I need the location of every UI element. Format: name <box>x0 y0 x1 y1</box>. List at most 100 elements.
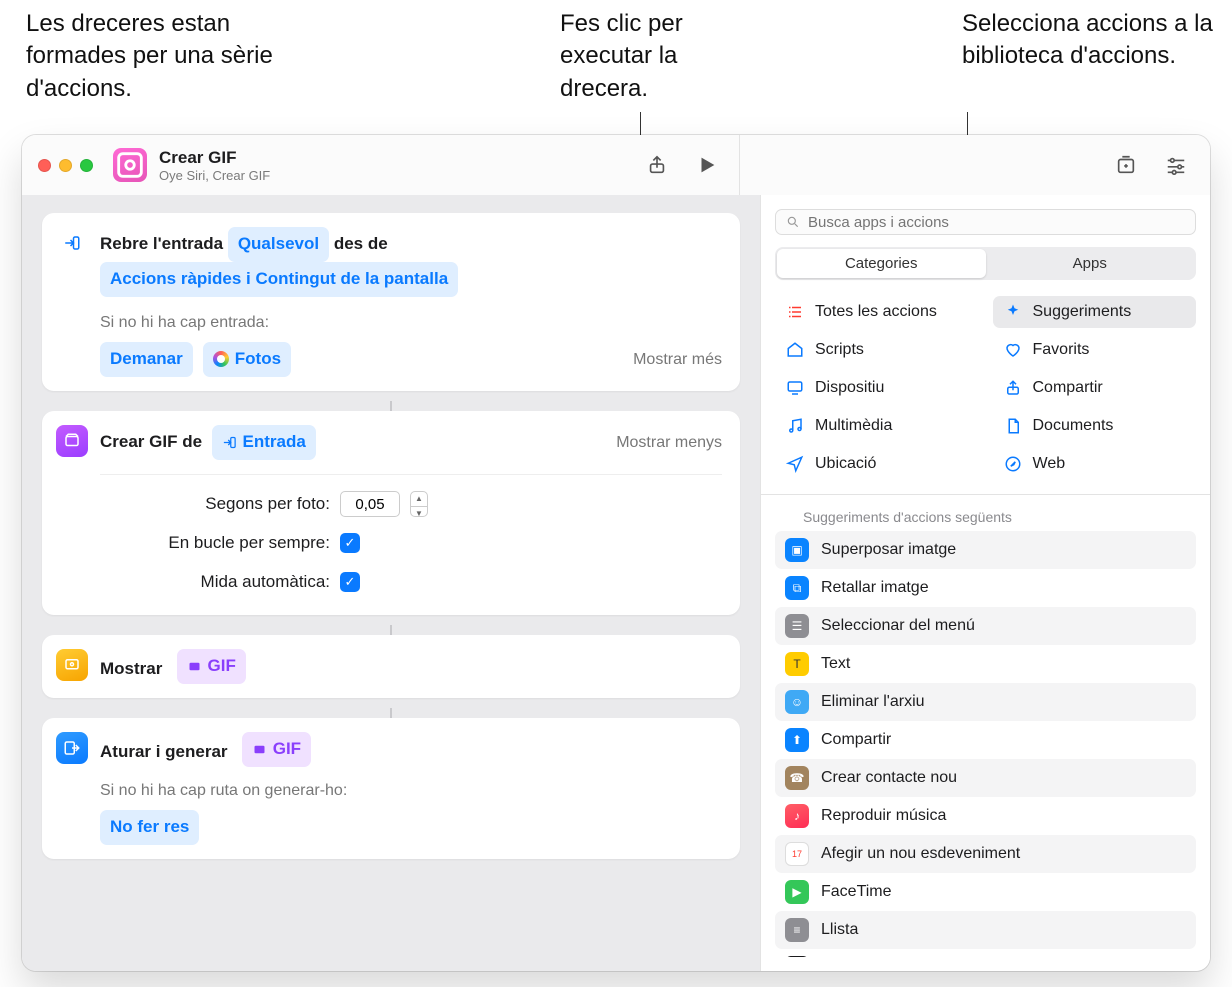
sugg-play-music[interactable]: ♪Reproduir música <box>775 797 1196 835</box>
receive-source-token[interactable]: Accions ràpides i Contingut de la pantal… <box>100 262 458 297</box>
shortcut-icon <box>113 148 147 182</box>
list-icon <box>785 302 805 322</box>
run-button[interactable] <box>689 147 725 183</box>
close-window[interactable] <box>38 159 51 172</box>
action-stop-output[interactable]: Aturar i generar GIF Si no hi ha cap rut… <box>42 718 740 859</box>
gif-icon <box>56 425 88 457</box>
cat-suggestions[interactable]: Suggeriments <box>993 296 1197 328</box>
cat-share[interactable]: Compartir <box>993 372 1197 404</box>
tab-categories[interactable]: Categories <box>777 249 986 278</box>
crop-icon: ⧉ <box>785 576 809 600</box>
sugg-crop-image[interactable]: ⧉Retallar imatge <box>775 569 1196 607</box>
show-less-button[interactable]: Mostrar menys <box>616 429 722 456</box>
share-button[interactable] <box>639 147 675 183</box>
receive-photos-token[interactable]: Fotos <box>203 342 291 377</box>
tab-apps[interactable]: Apps <box>986 249 1195 278</box>
seconds-input[interactable] <box>340 491 400 517</box>
receive-ifnone-label: Si no hi ha cap entrada: <box>100 309 722 336</box>
sugg-text[interactable]: TText <box>775 645 1196 683</box>
callout-library: Selecciona accions a la biblioteca d'acc… <box>962 8 1222 73</box>
calendar-icon: 17 <box>785 842 809 866</box>
cat-media[interactable]: Multimèdia <box>775 410 979 442</box>
contact-icon: ☎ <box>785 766 809 790</box>
sugg-choose-menu[interactable]: ☰Seleccionar del menú <box>775 607 1196 645</box>
seconds-stepper[interactable]: ▲▼ <box>410 491 428 517</box>
stop-gif-token[interactable]: GIF <box>242 732 311 767</box>
action-library-button[interactable] <box>1108 147 1144 183</box>
library-tabs: Categories Apps <box>775 247 1196 280</box>
zoom-window[interactable] <box>80 159 93 172</box>
share-action-icon: ⬆ <box>785 728 809 752</box>
music-app-icon: ♪ <box>785 804 809 828</box>
actions-editor[interactable]: Rebre l'entrada Qualsevol des de Accions… <box>22 195 760 971</box>
title-block: Crear GIF Oye Siri, Crear GIF <box>159 148 270 183</box>
cat-favorites[interactable]: Favorits <box>993 334 1197 366</box>
stepper-up[interactable]: ▲ <box>411 492 427 507</box>
facetime-icon: ▶ <box>785 880 809 904</box>
show-gif-token[interactable]: GIF <box>177 649 246 684</box>
callout-run: Fes clic per executar la drecera. <box>560 8 760 105</box>
autosize-label: Mida automàtica: <box>100 568 330 597</box>
cat-web[interactable]: Web <box>993 448 1197 480</box>
photos-icon <box>213 351 229 367</box>
sugg-list[interactable]: ≡Llista <box>775 911 1196 949</box>
autosize-checkbox[interactable]: ✓ <box>340 572 360 592</box>
stop-ifnone-label: Si no hi ha cap ruta on generar-ho: <box>100 777 722 804</box>
shortcuts-editor-window: Crear GIF Oye Siri, Crear GIF <box>22 135 1210 971</box>
sugg-delete-file[interactable]: ☺Eliminar l'arxiu <box>775 683 1196 721</box>
suggestions-header: Suggeriments d'accions següents <box>775 509 1196 531</box>
cat-device[interactable]: Dispositiu <box>775 372 979 404</box>
sugg-new-contact[interactable]: ☎Crear contacte nou <box>775 759 1196 797</box>
search-input[interactable] <box>808 214 1185 231</box>
action-make-gif[interactable]: Crear GIF de Entrada Mostrar menys Seg <box>42 411 740 616</box>
stop-title: Aturar i generar <box>100 742 228 761</box>
receive-type-token[interactable]: Qualsevol <box>228 227 329 262</box>
makegif-title: Crear GIF de <box>100 428 202 457</box>
loop-label: En bucle per sempre: <box>100 529 330 558</box>
finder-icon: ☺ <box>785 690 809 714</box>
traffic-lights <box>38 159 93 172</box>
search-field[interactable] <box>775 209 1196 235</box>
input-icon <box>56 227 88 259</box>
action-library-panel: Categories Apps Totes les accions Sugger… <box>760 195 1210 971</box>
sugg-facetime[interactable]: ▶FaceTime <box>775 873 1196 911</box>
makegif-input-token[interactable]: Entrada <box>212 425 316 460</box>
tag-icon <box>785 340 805 360</box>
quicklook-icon <box>56 649 88 681</box>
sugg-new-event[interactable]: 17Afegir un nou esdeveniment <box>775 835 1196 873</box>
cat-location[interactable]: Ubicació <box>775 448 979 480</box>
category-grid: Totes les accions Suggeriments Scripts F… <box>775 296 1196 480</box>
titlebar: Crear GIF Oye Siri, Crear GIF <box>22 135 1210 195</box>
sugg-share[interactable]: ⬆Compartir <box>775 721 1196 759</box>
receive-from: des de <box>334 234 388 253</box>
heart-icon <box>1003 340 1023 360</box>
settings-button[interactable] <box>1158 147 1194 183</box>
shortcut-title[interactable]: Crear GIF <box>159 148 270 168</box>
show-title: Mostrar <box>100 659 162 678</box>
action-show[interactable]: Mostrar GIF <box>42 635 740 698</box>
action-receive-input[interactable]: Rebre l'entrada Qualsevol des de Accions… <box>42 213 740 391</box>
text-icon: T <box>785 652 809 676</box>
music-icon <box>785 416 805 436</box>
list-action-icon: ≡ <box>785 918 809 942</box>
cat-documents[interactable]: Documents <box>993 410 1197 442</box>
toolbar-divider <box>739 135 740 195</box>
desktop-icon <box>785 378 805 398</box>
minimize-window[interactable] <box>59 159 72 172</box>
stepper-down[interactable]: ▼ <box>411 507 427 521</box>
cat-scripts[interactable]: Scripts <box>775 334 979 366</box>
stop-donothing-token[interactable]: No fer res <box>100 810 199 845</box>
sugg-record-voice[interactable]: ║Gravar una nova nota de veu <box>775 949 1196 957</box>
show-more-button[interactable]: Mostrar més <box>633 346 722 373</box>
loop-checkbox[interactable]: ✓ <box>340 533 360 553</box>
callout-actions: Les dreceres estan formades per una sèri… <box>26 8 326 105</box>
sparkle-icon <box>1003 302 1023 322</box>
sidebar-divider <box>761 494 1210 495</box>
shortcut-subtitle: Oye Siri, Crear GIF <box>159 168 270 183</box>
suggestions-list: ▣Superposar imatge ⧉Retallar imatge ☰Sel… <box>775 531 1196 957</box>
seconds-label: Segons per foto: <box>100 490 330 519</box>
search-icon <box>786 215 800 229</box>
receive-ask-token[interactable]: Demanar <box>100 342 193 377</box>
sugg-overlay-image[interactable]: ▣Superposar imatge <box>775 531 1196 569</box>
cat-all-actions[interactable]: Totes les accions <box>775 296 979 328</box>
